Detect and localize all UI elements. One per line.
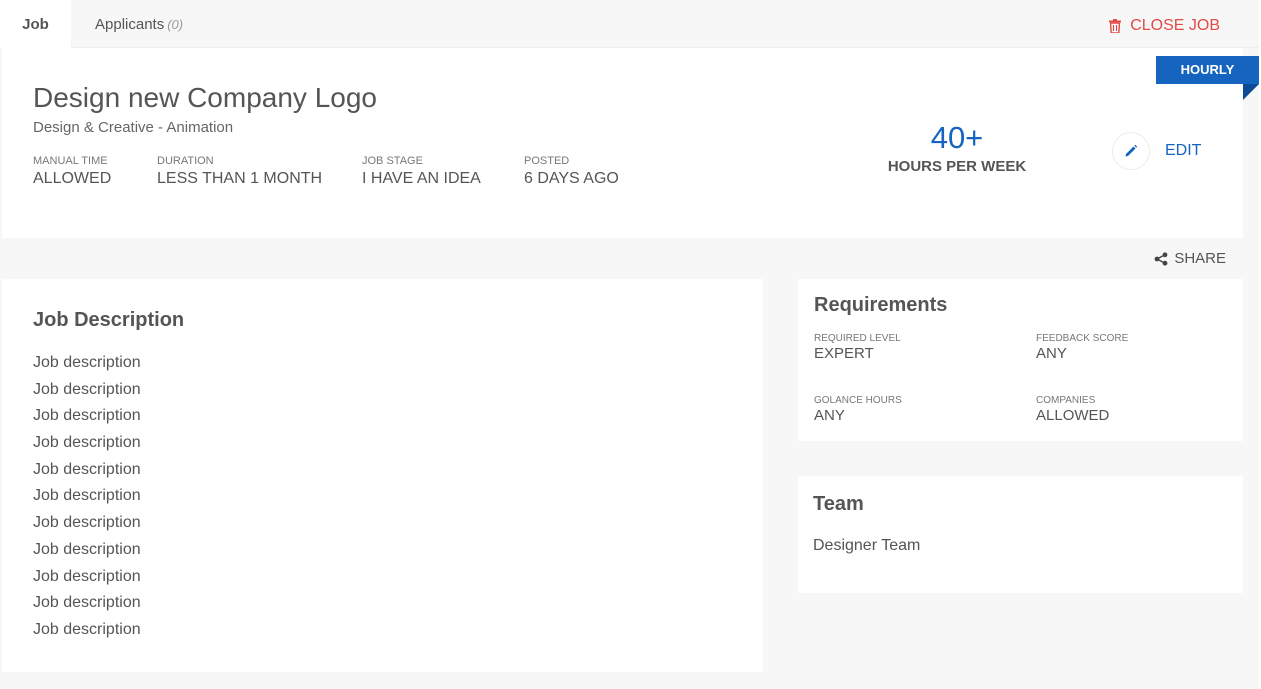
page: Job Applicants (0) CLOSE JOB Design new C… [0,0,1259,689]
description-line: Job description [33,514,141,532]
job-description-title: Job Description [33,309,185,331]
meta-label: MANUAL TIME [33,155,108,167]
meta-value: 6 DAYS AGO [524,170,619,187]
meta-job-stage: JOB STAGE I HAVE AN IDEA [362,155,481,188]
description-line: Job description [33,567,141,585]
requirement-feedback-score: FEEDBACK SCORE ANY [1036,333,1128,362]
applicants-count: (0) [167,17,184,32]
meta-label: POSTED [524,155,570,167]
hours-value: 40+ [930,120,984,155]
description-line: Job description [33,380,141,398]
meta-duration: DURATION LESS THAN 1 MONTH [157,155,322,188]
tab-bar: Job Applicants (0) CLOSE JOB [0,0,1259,48]
close-job-button[interactable]: CLOSE JOB [1109,17,1220,35]
description-line: Job description [33,460,141,478]
tab-job-label: Job [22,16,49,33]
meta-posted: POSTED 6 DAYS AGO [524,155,619,188]
pencil-icon [1125,144,1138,157]
job-category: Design & Creative - Animation [33,119,234,136]
job-title: Design new Company Logo [33,82,377,113]
hours-unit: HOURS PER WEEK [887,158,1027,175]
requirements-title: Requirements [814,294,948,316]
close-job-label: CLOSE JOB [1130,17,1220,34]
job-header-card: Design new Company Logo Design & Creativ… [2,48,1243,238]
requirement-value: ALLOWED [1036,407,1110,424]
description-line: Job description [33,354,141,371]
share-icon [1154,251,1168,266]
edit-icon-circle[interactable] [1112,132,1150,170]
meta-value: ALLOWED [33,170,112,187]
requirement-label: GOLANCE HOURS [814,395,902,406]
meta-label: JOB STAGE [362,155,423,167]
job-description-body: Job description Job description Job desc… [33,350,141,644]
meta-value: I HAVE AN IDEA [362,170,481,187]
meta-value: LESS THAN 1 MONTH [157,170,323,187]
share-label: SHARE [1174,250,1226,267]
team-name: Designer Team [813,537,921,554]
team-title: Team [813,493,864,515]
hourly-badge-fold [1243,84,1259,100]
hourly-badge: HOURLY [1156,56,1259,84]
trash-icon [1109,19,1122,33]
requirement-value: EXPERT [814,345,874,362]
team-card: Team Designer Team [798,476,1243,593]
requirement-value: ANY [814,407,845,424]
job-description-card: Job Description Job description Job desc… [2,279,763,672]
requirement-required-level: REQUIRED LEVEL EXPERT [814,333,901,362]
requirement-label: FEEDBACK SCORE [1036,333,1129,344]
tab-applicants-label: Applicants [95,16,165,33]
description-line: Job description [33,620,141,638]
requirement-label: REQUIRED LEVEL [814,333,901,344]
requirement-golance-hours: GOLANCE HOURS ANY [814,395,902,424]
meta-manual-time: MANUAL TIME ALLOWED [33,155,111,188]
requirement-companies: COMPANIES ALLOWED [1036,395,1109,424]
requirement-value: ANY [1036,345,1067,362]
description-line: Job description [33,434,141,452]
description-line: Job description [33,487,141,505]
share-button[interactable]: SHARE [1154,250,1226,267]
description-line: Job description [33,594,141,612]
edit-button[interactable]: EDIT [1112,132,1201,170]
meta-label: DURATION [157,155,214,167]
tab-job[interactable]: Job [0,0,71,48]
requirements-card: Requirements REQUIRED LEVEL EXPERT FEEDB… [798,279,1243,441]
edit-label: EDIT [1165,142,1202,159]
tab-applicants[interactable]: Applicants (0) [95,0,183,48]
requirement-label: COMPANIES [1036,395,1096,406]
hours-per-week: 40+ HOURS PER WEEK [882,120,1032,175]
description-line: Job description [33,407,141,425]
description-line: Job description [33,540,141,558]
